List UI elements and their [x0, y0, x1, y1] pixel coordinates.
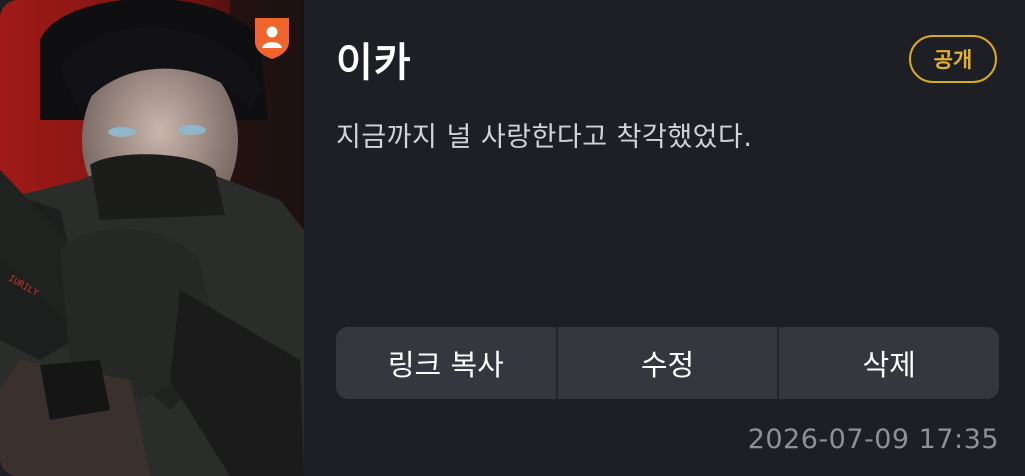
- post-title: 이카: [336, 40, 412, 86]
- visibility-badge: 공개: [909, 35, 997, 83]
- post-card: IURILY 이카 공개 지금까지 널 사랑한다고 착각했었다. 링크 복사 수…: [0, 0, 1025, 476]
- user-shield-icon: [251, 14, 293, 60]
- copy-link-button[interactable]: 링크 복사: [336, 327, 556, 399]
- edit-button[interactable]: 수정: [555, 327, 778, 399]
- character-illustration: IURILY: [0, 0, 304, 476]
- post-description: 지금까지 널 사랑한다고 착각했었다.: [336, 122, 753, 153]
- thumbnail-image[interactable]: IURILY: [0, 0, 304, 476]
- delete-button[interactable]: 삭제: [777, 327, 999, 399]
- post-timestamp: 2026-07-09 17:35: [747, 424, 999, 455]
- action-bar: 링크 복사 수정 삭제: [336, 327, 999, 399]
